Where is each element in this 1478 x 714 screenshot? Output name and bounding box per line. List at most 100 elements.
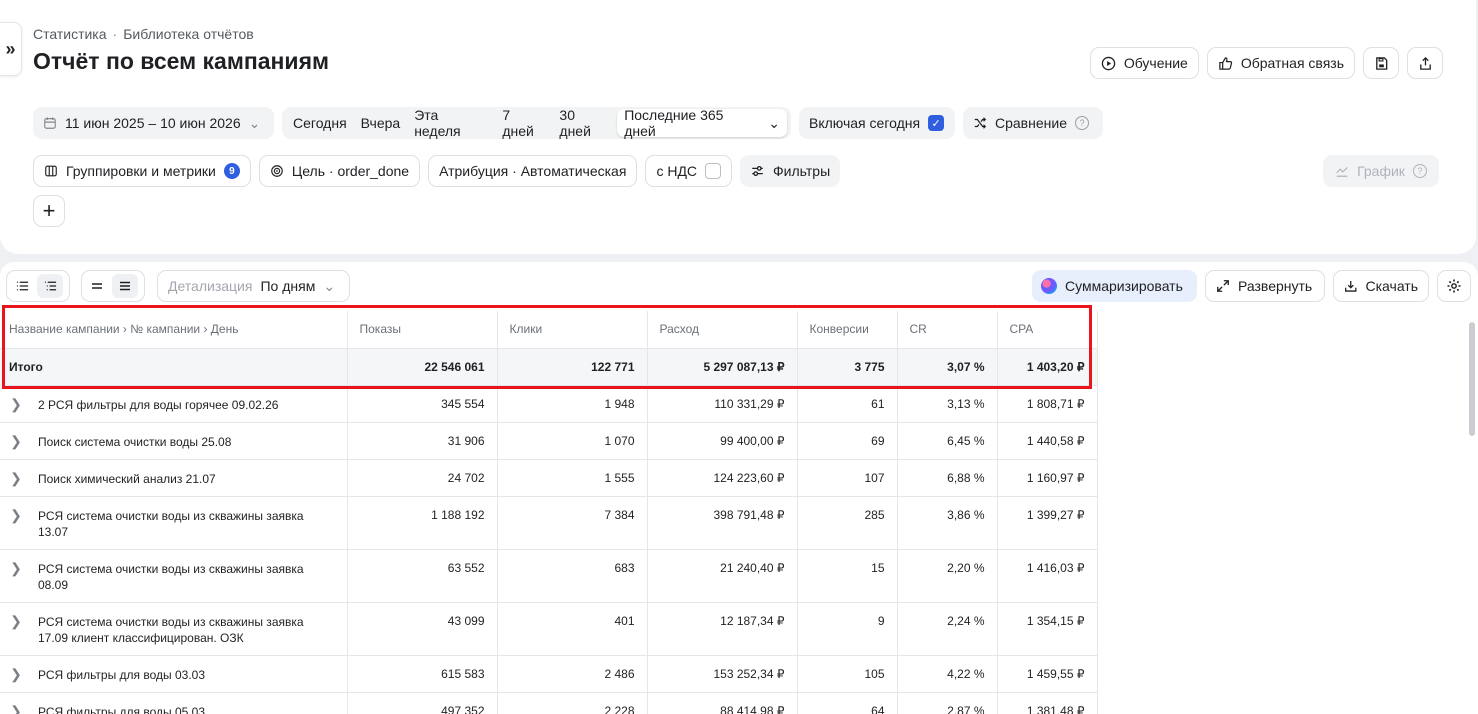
table-cell: 1 555 xyxy=(497,459,648,497)
filter-controls: Группировки и метрики 9 Цель · order_don… xyxy=(33,155,841,187)
total-row: Итого 22 546 061 122 771 5 297 087,13 ₽ … xyxy=(0,348,1098,386)
table-cell: 285 xyxy=(797,496,898,550)
table-row[interactable]: ❯ 2 РСЯ фильтры для воды горячее 09.02.26… xyxy=(0,385,1098,423)
graph-label: График xyxy=(1357,163,1405,179)
column-header-campaign[interactable]: Название кампании › № кампании › День xyxy=(0,311,348,349)
compare-button[interactable]: Сравнение ? xyxy=(963,107,1103,139)
filters-button[interactable]: Фильтры xyxy=(740,155,841,187)
chevron-right-icon[interactable]: ❯ xyxy=(0,704,28,714)
chevron-right-icon[interactable]: ❯ xyxy=(0,667,28,681)
view-mode-switch xyxy=(6,270,70,302)
table-cell: 69 xyxy=(797,422,898,460)
columns-icon xyxy=(45,165,57,177)
campaign-name: РСЯ система очистки воды из скважины зая… xyxy=(38,508,304,539)
chevron-right-icon[interactable]: ❯ xyxy=(0,471,28,485)
help-icon[interactable]: ? xyxy=(1074,116,1089,130)
campaign-cell: ❯ Поиск система очистки воды 25.08 xyxy=(0,422,348,460)
gear-icon xyxy=(1447,279,1461,293)
feedback-label: Обратная связь xyxy=(1240,55,1344,71)
page-title: Отчёт по всем кампаниям xyxy=(33,48,330,74)
detail-select[interactable]: Детализация По дням ⌄ xyxy=(157,270,350,302)
table-cell: 6,88 % xyxy=(897,459,998,497)
help-icon[interactable]: ? xyxy=(1412,164,1427,178)
chevron-right-icon[interactable]: ❯ xyxy=(0,434,28,448)
sliders-icon xyxy=(752,165,763,177)
table-row[interactable]: ❯ РСЯ фильтры для воды 03.03 615 583 2 48… xyxy=(0,655,1098,693)
preset-365-label: Последние 365 дней xyxy=(624,107,724,139)
detail-label: Детализация xyxy=(168,278,253,294)
goal-selector[interactable]: Цель · order_done xyxy=(258,155,421,187)
table-cell: 1 948 xyxy=(497,385,648,423)
save-button[interactable] xyxy=(1363,47,1399,79)
table-cell: 1 160,97 ₽ xyxy=(997,459,1098,497)
total-label: Итого xyxy=(0,348,348,386)
chevron-right-icon[interactable]: ❯ xyxy=(0,561,28,575)
preset-this-week[interactable]: Эта неделя xyxy=(407,107,495,139)
preset-30-days[interactable]: 30 дней xyxy=(552,107,617,139)
include-today-checkbox[interactable]: ✓ xyxy=(928,115,945,131)
learn-button[interactable]: Обучение xyxy=(1089,47,1199,79)
expand-button[interactable]: Развернуть xyxy=(1205,270,1325,302)
table-row[interactable]: ❯ Поиск химический анализ 21.07 24 702 1 … xyxy=(0,459,1098,497)
share-button[interactable] xyxy=(1407,47,1443,79)
add-button[interactable]: + xyxy=(33,195,65,227)
breadcrumb-library[interactable]: Библиотека отчётов xyxy=(123,26,253,42)
groupings-metrics-button[interactable]: Группировки и метрики 9 xyxy=(33,155,251,187)
flat-list-icon[interactable] xyxy=(9,274,35,298)
table-row[interactable]: ❯ РСЯ фильтры для воды 05.03 497 352 2 22… xyxy=(0,692,1098,714)
chevron-right-icon[interactable]: ❯ xyxy=(0,614,28,628)
table-header-row: Название кампании › № кампании › День По… xyxy=(0,311,1098,349)
table-cell: 4,22 % xyxy=(897,655,998,693)
include-today-toggle[interactable]: Включая сегодня ✓ xyxy=(799,107,955,139)
table-cell: 1 808,71 ₽ xyxy=(997,385,1098,423)
attribution-selector[interactable]: Атрибуция · Автоматическая xyxy=(428,155,638,187)
plus-icon: + xyxy=(42,198,56,223)
period-presets: Сегодня Вчера Эта неделя 7 дней 30 дней … xyxy=(282,107,791,139)
table-cell: 21 240,40 ₽ xyxy=(647,549,798,603)
tree-list-icon[interactable] xyxy=(37,274,63,298)
table-cell: 615 583 xyxy=(347,655,498,693)
preset-365-days[interactable]: Последние 365 дней ⌄ xyxy=(617,107,787,139)
expand-sidebar-button[interactable]: » xyxy=(0,22,22,76)
vat-toggle[interactable]: с НДС xyxy=(645,155,733,187)
table-cell: 1 381,48 ₽ xyxy=(997,692,1098,714)
preset-today[interactable]: Сегодня xyxy=(286,109,354,137)
table-cell: 105 xyxy=(797,655,898,693)
total-cell: 122 771 xyxy=(497,348,648,386)
attribution-label: Атрибуция · Автоматическая xyxy=(439,163,627,179)
table-cell: 398 791,48 ₽ xyxy=(647,496,798,550)
graph-button[interactable]: График ? xyxy=(1323,155,1439,187)
column-header-cr[interactable]: CR xyxy=(897,311,998,349)
total-cell: 5 297 087,13 ₽ xyxy=(647,348,798,386)
table-row[interactable]: ❯ РСЯ система очистки воды из скважины за… xyxy=(0,496,1098,550)
density-compact-icon[interactable] xyxy=(84,274,110,298)
chevron-right-icon[interactable]: ❯ xyxy=(0,397,28,411)
chevron-right-icon[interactable]: ❯ xyxy=(0,508,28,522)
table-cell: 64 xyxy=(797,692,898,714)
report-table: Название кампании › № кампании › День По… xyxy=(0,311,1098,714)
preset-7-days[interactable]: 7 дней xyxy=(495,107,552,139)
feedback-button[interactable]: Обратная связь xyxy=(1206,47,1355,79)
table-cell: 1 416,03 ₽ xyxy=(997,549,1098,603)
vertical-scrollbar[interactable] xyxy=(1469,322,1475,436)
table-cell: 31 906 xyxy=(347,422,498,460)
preset-yesterday[interactable]: Вчера xyxy=(354,109,408,137)
column-header-impressions[interactable]: Показы xyxy=(347,311,498,349)
settings-button[interactable] xyxy=(1437,270,1471,302)
column-header-cost[interactable]: Расход xyxy=(647,311,798,349)
download-button[interactable]: Скачать xyxy=(1333,270,1429,302)
breadcrumb-separator: · xyxy=(112,26,118,42)
column-header-cpa[interactable]: CPA xyxy=(997,311,1098,349)
table-cell: 7 384 xyxy=(497,496,648,550)
vat-checkbox[interactable] xyxy=(705,163,722,179)
date-range-picker[interactable]: 11 июн 2025 – 10 июн 2026 ⌄ xyxy=(33,107,274,139)
table-row[interactable]: ❯ РСЯ система очистки воды из скважины за… xyxy=(0,602,1098,656)
breadcrumb-statistics[interactable]: Статистика xyxy=(33,26,107,42)
table-row[interactable]: ❯ Поиск система очистки воды 25.08 31 906… xyxy=(0,422,1098,460)
column-header-clicks[interactable]: Клики xyxy=(497,311,648,349)
column-header-conversions[interactable]: Конверсии xyxy=(797,311,898,349)
goal-label: Цель · order_done xyxy=(291,163,410,179)
table-row[interactable]: ❯ РСЯ система очистки воды из скважины за… xyxy=(0,549,1098,603)
summarize-button[interactable]: Суммаризировать xyxy=(1032,270,1197,302)
density-normal-icon[interactable] xyxy=(112,274,138,298)
